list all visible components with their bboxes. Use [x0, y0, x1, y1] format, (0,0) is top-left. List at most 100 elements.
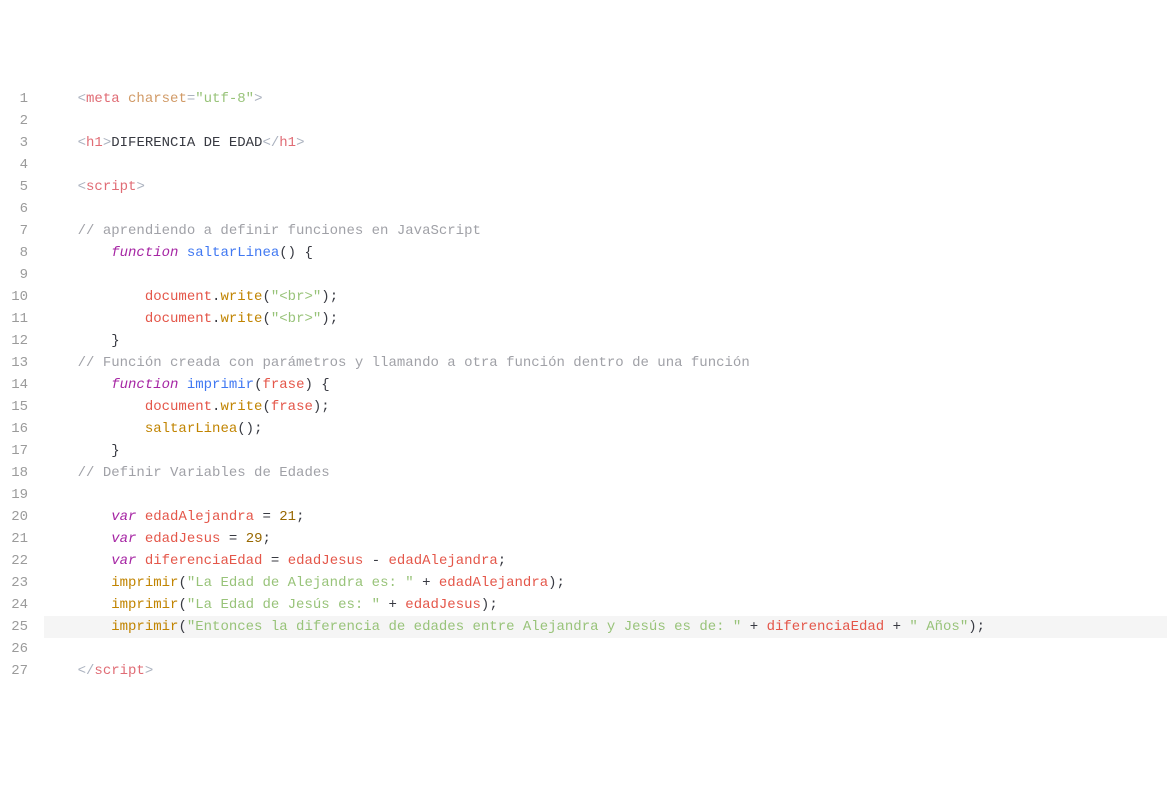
indent: [44, 135, 78, 151]
indent: [44, 377, 111, 393]
line-number: 1: [0, 88, 28, 110]
token: 29: [246, 531, 263, 547]
code-line[interactable]: <script>: [44, 176, 1167, 198]
token: saltarLinea: [187, 245, 279, 261]
code-line[interactable]: }: [44, 440, 1167, 462]
token: >: [136, 179, 144, 195]
code-line[interactable]: }: [44, 330, 1167, 352]
token: (: [262, 399, 270, 415]
token: "La Edad de Jesús es: ": [187, 597, 380, 613]
token: ;: [321, 399, 329, 415]
code-line[interactable]: [44, 264, 1167, 286]
token: +: [750, 619, 758, 635]
code-line[interactable]: // Función creada con parámetros y llama…: [44, 352, 1167, 374]
line-number: 19: [0, 484, 28, 506]
code-line[interactable]: imprimir("La Edad de Alejandra es: " + e…: [44, 572, 1167, 594]
token: [380, 553, 388, 569]
code-line[interactable]: [44, 154, 1167, 176]
token: var: [111, 553, 136, 569]
token: ;: [296, 509, 304, 525]
token: </: [262, 135, 279, 151]
line-number: 16: [0, 418, 28, 440]
token: </: [78, 663, 95, 679]
token: var: [111, 509, 136, 525]
token: DIFERENCIA DE EDAD: [111, 135, 262, 151]
token: >: [296, 135, 304, 151]
token: >: [254, 91, 262, 107]
line-number: 26: [0, 638, 28, 660]
token: h1: [86, 135, 103, 151]
line-number: 12: [0, 330, 28, 352]
token: =: [262, 509, 270, 525]
token: function: [111, 245, 178, 261]
line-number: 18: [0, 462, 28, 484]
code-editor[interactable]: 1234567891011121314151617181920212223242…: [0, 88, 1167, 682]
code-line[interactable]: [44, 638, 1167, 660]
token: >: [103, 135, 111, 151]
token: ): [548, 575, 556, 591]
token: [431, 575, 439, 591]
token: edadJesus: [405, 597, 481, 613]
code-line[interactable]: [44, 484, 1167, 506]
line-number: 14: [0, 374, 28, 396]
token: "<br>": [271, 311, 321, 327]
token: -: [372, 553, 380, 569]
token: script: [86, 179, 136, 195]
token: [262, 553, 270, 569]
code-line[interactable]: document.write("<br>");: [44, 308, 1167, 330]
code-line[interactable]: // aprendiendo a definir funciones en Ja…: [44, 220, 1167, 242]
code-line[interactable]: </script>: [44, 660, 1167, 682]
code-area[interactable]: <meta charset="utf-8"> <h1>DIFERENCIA DE…: [40, 88, 1167, 682]
token: [279, 553, 287, 569]
code-line[interactable]: [44, 198, 1167, 220]
code-line[interactable]: <meta charset="utf-8">: [44, 88, 1167, 110]
token: (): [237, 421, 254, 437]
token: frase: [262, 377, 304, 393]
token: (: [262, 289, 270, 305]
token: +: [893, 619, 901, 635]
token: write: [220, 311, 262, 327]
token: imprimir: [187, 377, 254, 393]
token: ): [321, 289, 329, 305]
line-number-gutter: 1234567891011121314151617181920212223242…: [0, 88, 40, 682]
code-line[interactable]: var edadJesus = 29;: [44, 528, 1167, 550]
indent: [44, 355, 78, 371]
line-number: 25: [0, 616, 28, 638]
token: }: [111, 333, 119, 349]
code-line[interactable]: imprimir("Entonces la diferencia de edad…: [44, 616, 1167, 638]
code-line[interactable]: var diferenciaEdad = edadJesus - edadAle…: [44, 550, 1167, 572]
line-number: 8: [0, 242, 28, 264]
indent: [44, 179, 78, 195]
code-line[interactable]: function imprimir(frase) {: [44, 374, 1167, 396]
token: imprimir: [111, 597, 178, 613]
token: +: [388, 597, 396, 613]
line-number: 6: [0, 198, 28, 220]
code-line[interactable]: // Definir Variables de Edades: [44, 462, 1167, 484]
code-line[interactable]: function saltarLinea() {: [44, 242, 1167, 264]
code-line[interactable]: [44, 110, 1167, 132]
token: [741, 619, 749, 635]
line-number: 24: [0, 594, 28, 616]
line-number: 20: [0, 506, 28, 528]
token: >: [145, 663, 153, 679]
code-line[interactable]: var edadAlejandra = 21;: [44, 506, 1167, 528]
token: (): [279, 245, 296, 261]
line-number: 27: [0, 660, 28, 682]
token: edadJesus: [145, 531, 221, 547]
token: ;: [263, 531, 271, 547]
token: diferenciaEdad: [145, 553, 263, 569]
indent: [44, 421, 145, 437]
indent: [44, 531, 111, 547]
indent: [44, 333, 111, 349]
code-line[interactable]: imprimir("La Edad de Jesús es: " + edadJ…: [44, 594, 1167, 616]
token: charset: [128, 91, 187, 107]
code-line[interactable]: document.write(frase);: [44, 396, 1167, 418]
code-line[interactable]: <h1>DIFERENCIA DE EDAD</h1>: [44, 132, 1167, 154]
token: // Definir Variables de Edades: [78, 465, 330, 481]
token: <: [78, 135, 86, 151]
token: h1: [279, 135, 296, 151]
code-line[interactable]: document.write("<br>");: [44, 286, 1167, 308]
code-line[interactable]: saltarLinea();: [44, 418, 1167, 440]
token: [363, 553, 371, 569]
line-number: 3: [0, 132, 28, 154]
